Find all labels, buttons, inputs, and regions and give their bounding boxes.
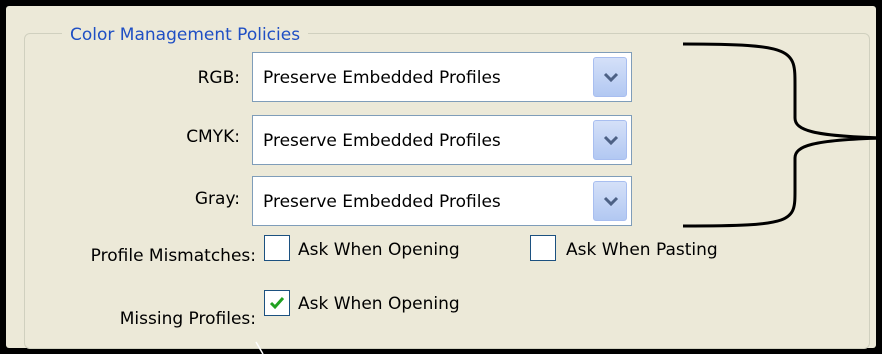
chevron-down-icon (603, 72, 619, 83)
gray-dropdown-button[interactable] (593, 181, 627, 221)
cmyk-dropdown-button[interactable] (593, 120, 627, 160)
cmyk-policy-select[interactable]: Preserve Embedded Profiles (252, 115, 632, 165)
chevron-down-icon (603, 135, 619, 146)
ask-when-pasting-label[interactable]: Ask When Pasting (566, 239, 718, 261)
gray-policy-value: Preserve Embedded Profiles (263, 192, 501, 212)
rgb-dropdown-button[interactable] (593, 57, 627, 97)
gray-label: Gray: (194, 189, 240, 209)
rgb-policy-value: Preserve Embedded Profiles (263, 68, 501, 88)
group-title: Color Management Policies (62, 24, 309, 46)
ask-when-opening-mismatch-checkbox[interactable] (264, 235, 290, 261)
gray-policy-select[interactable]: Preserve Embedded Profiles (252, 176, 632, 226)
ask-when-opening-missing-label[interactable]: Ask When Opening (298, 293, 460, 315)
rgb-policy-select[interactable]: Preserve Embedded Profiles (252, 52, 632, 102)
ask-when-pasting-checkbox[interactable] (530, 235, 556, 261)
chevron-down-icon (603, 196, 619, 207)
ask-when-opening-mismatch-label[interactable]: Ask When Opening (298, 239, 460, 261)
cmyk-policy-value: Preserve Embedded Profiles (263, 131, 501, 151)
rgb-label: RGB: (197, 68, 240, 88)
checkmark-icon (269, 297, 285, 310)
missing-profiles-label: Missing Profiles: (119, 309, 256, 329)
ask-when-opening-missing-checkbox[interactable] (264, 290, 290, 316)
cmyk-label: CMYK: (186, 127, 240, 147)
color-settings-panel: Color Management Policies RGB: Preserve … (6, 6, 876, 349)
profile-mismatches-label: Profile Mismatches: (90, 246, 256, 266)
